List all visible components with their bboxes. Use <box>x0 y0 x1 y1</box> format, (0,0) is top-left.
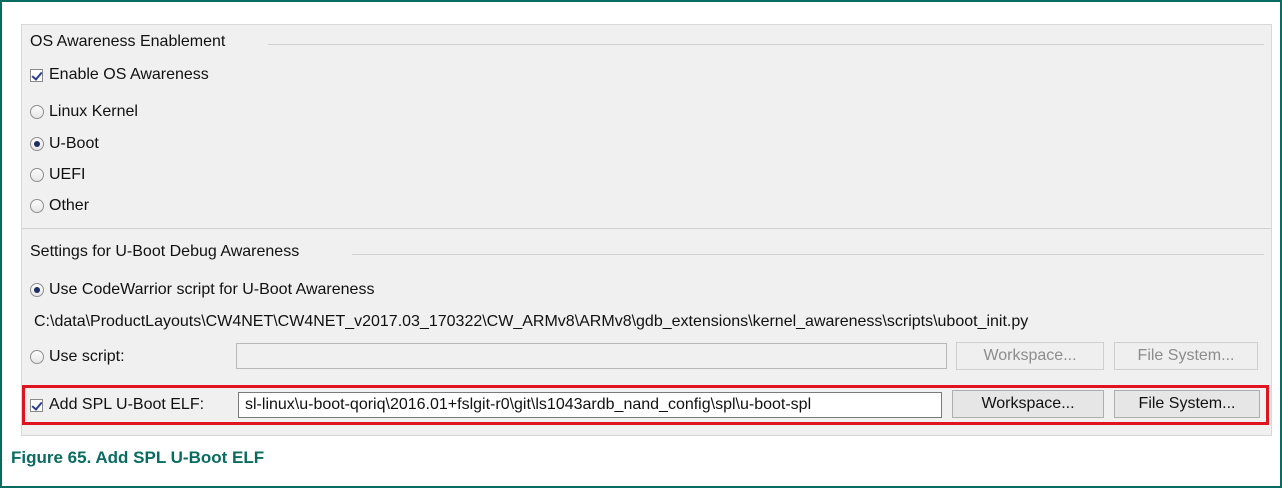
checkbox-checked-icon <box>30 68 43 82</box>
radio-u-boot[interactable]: U-Boot <box>30 133 99 155</box>
group-separator <box>22 228 1271 229</box>
os-awareness-group-title: OS Awareness Enablement <box>30 33 226 50</box>
radio-linux-kernel-label: Linux Kernel <box>49 103 138 120</box>
radio-use-script-label: Use script: <box>49 348 125 365</box>
radio-unselected-icon <box>30 199 44 213</box>
codewarrior-script-path: C:\data\ProductLayouts\CW4NET\CW4NET_v20… <box>34 313 1029 330</box>
enable-os-awareness-label: Enable OS Awareness <box>49 66 209 83</box>
radio-use-codewarrior-script-label: Use CodeWarrior script for U-Boot Awaren… <box>49 281 375 298</box>
radio-unselected-icon <box>30 350 44 364</box>
os-awareness-group-divider <box>268 44 1264 45</box>
figure-caption: Figure 65. Add SPL U-Boot ELF <box>11 448 265 467</box>
radio-unselected-icon <box>30 105 44 119</box>
use-script-file-system-button[interactable]: File System... <box>1114 342 1258 370</box>
use-script-workspace-button[interactable]: Workspace... <box>956 342 1104 370</box>
radio-selected-icon <box>30 283 44 297</box>
uboot-settings-group-divider <box>352 254 1264 255</box>
radio-other[interactable]: Other <box>30 195 89 217</box>
radio-use-script[interactable]: Use script: <box>30 346 125 368</box>
radio-other-label: Other <box>49 197 90 214</box>
radio-u-boot-label: U-Boot <box>49 135 99 152</box>
enable-os-awareness-checkbox[interactable]: Enable OS Awareness <box>30 64 209 86</box>
radio-use-codewarrior-script[interactable]: Use CodeWarrior script for U-Boot Awaren… <box>30 279 374 301</box>
radio-linux-kernel[interactable]: Linux Kernel <box>30 101 138 123</box>
radio-uefi-label: UEFI <box>49 166 86 183</box>
figure-frame: OS Awareness Enablement Enable OS Awaren… <box>0 0 1282 488</box>
radio-unselected-icon <box>30 168 44 182</box>
radio-uefi[interactable]: UEFI <box>30 164 85 186</box>
radio-selected-icon <box>30 137 44 151</box>
spl-highlight-box <box>22 385 1269 425</box>
uboot-settings-group-title: Settings for U-Boot Debug Awareness <box>30 243 300 260</box>
settings-panel: OS Awareness Enablement Enable OS Awaren… <box>21 24 1272 436</box>
use-script-path-input[interactable] <box>236 343 947 369</box>
